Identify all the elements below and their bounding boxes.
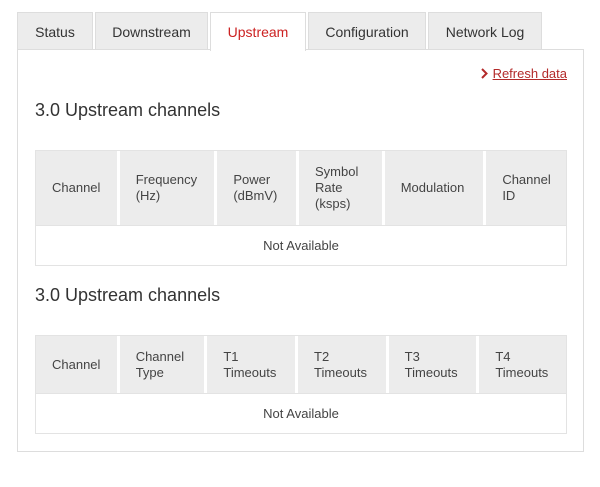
column-header: Symbol Rate (ksps) [299,151,382,225]
refresh-data-label: Refresh data [492,66,567,81]
tab-upstream[interactable]: Upstream [210,12,306,51]
refresh-data-link[interactable]: Refresh data [480,66,567,81]
column-header: Modulation [384,151,484,225]
section-title-upstream-timeouts: 3.0 Upstream channels [35,285,221,305]
column-header: Channel Type [119,336,205,393]
table-row-empty: Not Available [36,393,566,433]
table-row-empty: Not Available [36,225,566,265]
column-header: T2 Timeouts [298,336,386,393]
chevron-right-icon [480,68,488,79]
table-header: Channel Frequency (Hz) Power (dBmV) Symb… [36,151,567,225]
column-header: Power (dBmV) [217,151,297,225]
column-header: T4 Timeouts [479,336,566,393]
tab-configuration[interactable]: Configuration [308,12,426,50]
tab-downstream[interactable]: Downstream [95,12,208,50]
tab-bar: Status Downstream Upstream Configuration… [17,12,584,51]
column-header: Channel [36,336,117,393]
column-header: Channel [36,151,117,225]
section-title-upstream-channels: 3.0 Upstream channels [35,100,221,120]
tab-status[interactable]: Status [17,12,93,50]
upstream-timeouts-table: Channel Channel Type T1 Timeouts T2 Time… [35,335,567,434]
column-header: T3 Timeouts [388,336,477,393]
column-header: T1 Timeouts [207,336,296,393]
table-header: Channel Channel Type T1 Timeouts T2 Time… [36,336,566,393]
upstream-panel: Refresh data 3.0 Upstream channels Chann… [17,49,584,452]
column-header: Frequency (Hz) [119,151,215,225]
upstream-channels-table: Channel Frequency (Hz) Power (dBmV) Symb… [35,150,567,266]
tab-network-log[interactable]: Network Log [428,12,542,50]
column-header: Channel ID [486,151,567,225]
